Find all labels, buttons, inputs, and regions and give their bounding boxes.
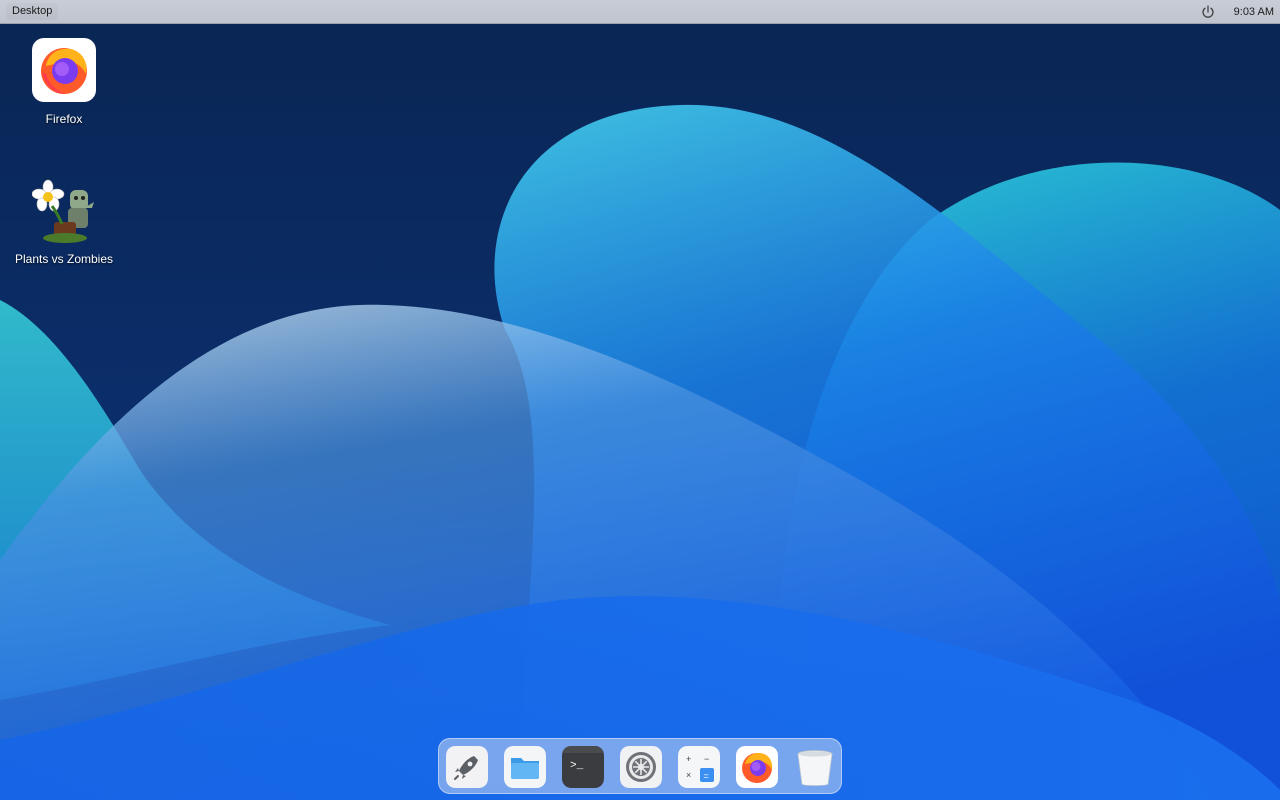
svg-text:+: + xyxy=(686,754,691,764)
trash-icon[interactable] xyxy=(794,746,836,788)
plants-vs-zombies-icon xyxy=(31,178,96,243)
files-folder-icon[interactable] xyxy=(504,746,546,788)
svg-text:−: − xyxy=(704,754,709,764)
desktop-icon-firefox[interactable]: Firefox xyxy=(9,38,119,126)
terminal-icon[interactable]: >_ xyxy=(562,746,604,788)
clock[interactable]: 9:03 AM xyxy=(1226,4,1274,20)
desktop-title[interactable]: Desktop xyxy=(6,3,59,20)
svg-text:=: = xyxy=(704,771,709,781)
svg-text:>_: >_ xyxy=(570,760,584,772)
calculator-icon[interactable]: + − × = xyxy=(678,746,720,788)
svg-text:×: × xyxy=(686,770,691,780)
dock: >_ + − × = xyxy=(438,738,842,794)
desktop-icon-label: Plants vs Zombies xyxy=(14,252,114,266)
settings-gear-icon[interactable] xyxy=(620,746,662,788)
top-menu-bar: Desktop 9:03 AM xyxy=(0,0,1280,24)
power-icon[interactable] xyxy=(1200,4,1216,20)
desktop: Desktop 9:03 AM Firefox Plants vs Zombie… xyxy=(0,0,1280,800)
firefox-icon xyxy=(32,38,96,102)
desktop-icon-label: Firefox xyxy=(45,112,83,126)
desktop-icon-plants-vs-zombies[interactable]: Plants vs Zombies xyxy=(9,178,119,266)
launchpad-rocket-icon[interactable] xyxy=(446,746,488,788)
firefox-icon[interactable] xyxy=(736,746,778,788)
wallpaper xyxy=(0,0,1280,800)
